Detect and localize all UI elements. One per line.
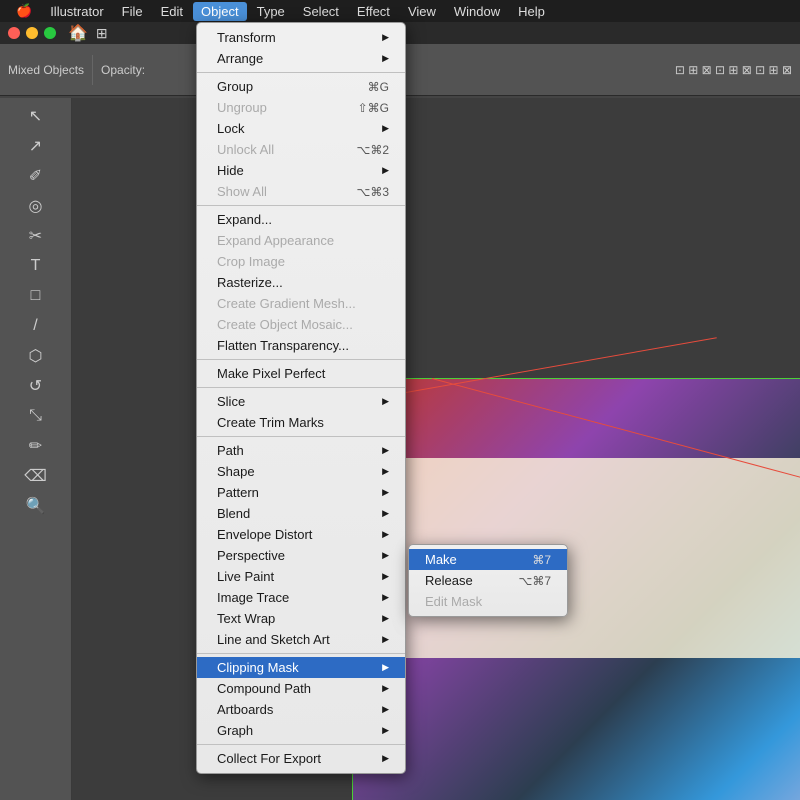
menu-sep-1 xyxy=(197,72,405,73)
menu-window[interactable]: Window xyxy=(446,2,508,21)
menu-item-path[interactable]: Path xyxy=(197,440,405,461)
menu-item-perspective[interactable]: Perspective xyxy=(197,545,405,566)
menu-item-clipping-mask[interactable]: Clipping Mask xyxy=(197,657,405,678)
menu-illustrator[interactable]: Illustrator xyxy=(42,2,111,21)
shape-tool[interactable]: ◎ xyxy=(22,192,50,220)
menu-sep-3 xyxy=(197,359,405,360)
mixed-objects-label: Mixed Objects xyxy=(8,63,84,77)
scissors-tool[interactable]: ✂ xyxy=(22,222,50,250)
menu-view[interactable]: View xyxy=(400,2,444,21)
minimize-button[interactable] xyxy=(26,27,38,39)
menu-item-transform[interactable]: Transform xyxy=(197,27,405,48)
menu-item-rasterize[interactable]: Rasterize... xyxy=(197,272,405,293)
app-icon: 🏠 xyxy=(68,23,88,43)
object-menu-dropdown: Transform Arrange Group ⌘G Ungroup ⇧⌘G L… xyxy=(196,22,406,774)
menu-item-live-paint[interactable]: Live Paint xyxy=(197,566,405,587)
menu-item-group[interactable]: Group ⌘G xyxy=(197,76,405,97)
menu-effect[interactable]: Effect xyxy=(349,2,398,21)
menu-item-create-gradient-mesh[interactable]: Create Gradient Mesh... xyxy=(197,293,405,314)
menu-item-slice[interactable]: Slice xyxy=(197,391,405,412)
menu-sep-4 xyxy=(197,387,405,388)
menu-item-flatten-transparency[interactable]: Flatten Transparency... xyxy=(197,335,405,356)
direct-selection-tool[interactable]: ↗ xyxy=(22,132,50,160)
menu-item-lock[interactable]: Lock xyxy=(197,118,405,139)
menu-item-compound-path[interactable]: Compound Path xyxy=(197,678,405,699)
menu-item-crop-image[interactable]: Crop Image xyxy=(197,251,405,272)
menu-item-create-trim-marks[interactable]: Create Trim Marks xyxy=(197,412,405,433)
text-tool[interactable]: T xyxy=(22,252,50,280)
menu-item-blend[interactable]: Blend xyxy=(197,503,405,524)
menu-file[interactable]: File xyxy=(114,2,151,21)
rectangle-tool[interactable]: □ xyxy=(22,282,50,310)
menu-item-text-wrap[interactable]: Text Wrap xyxy=(197,608,405,629)
menu-object[interactable]: Object xyxy=(193,2,247,21)
menu-item-line-and-sketch-art[interactable]: Line and Sketch Art xyxy=(197,629,405,650)
menu-item-collect-for-export[interactable]: Collect For Export xyxy=(197,748,405,769)
menu-item-envelope-distort[interactable]: Envelope Distort xyxy=(197,524,405,545)
menu-sep-6 xyxy=(197,653,405,654)
menu-sep-2 xyxy=(197,205,405,206)
rotate-tool[interactable]: ↺ xyxy=(22,372,50,400)
clipping-mask-submenu: Make ⌘7 Release ⌥⌘7 Edit Mask xyxy=(408,544,568,617)
menu-item-image-trace[interactable]: Image Trace xyxy=(197,587,405,608)
menu-item-unlock-all[interactable]: Unlock All ⌥⌘2 xyxy=(197,139,405,160)
toolbar-icons: ⊡ ⊞ ⊠ ⊡ ⊞ ⊠ ⊡ ⊞ ⊠ xyxy=(675,63,792,77)
selection-tool[interactable]: ↖ xyxy=(22,102,50,130)
menu-edit[interactable]: Edit xyxy=(153,2,191,21)
opacity-label: Opacity: xyxy=(101,63,145,77)
menu-item-shape[interactable]: Shape xyxy=(197,461,405,482)
zoom-tool[interactable]: 🔍 xyxy=(22,492,50,520)
menu-item-show-all[interactable]: Show All ⌥⌘3 xyxy=(197,181,405,202)
menu-item-arrange[interactable]: Arrange xyxy=(197,48,405,69)
tools-panel: ↖ ↗ ✐ ◎ ✂ T □ / ⬡ ↺ ⤡ ✏ ⌫ 🔍 xyxy=(0,98,72,800)
menu-item-create-object-mosaic[interactable]: Create Object Mosaic... xyxy=(197,314,405,335)
close-button[interactable] xyxy=(8,27,20,39)
pen-tool[interactable]: ✐ xyxy=(22,162,50,190)
toolbar-separator xyxy=(92,55,93,85)
menu-sep-5 xyxy=(197,436,405,437)
menu-item-pattern[interactable]: Pattern xyxy=(197,482,405,503)
canvas-area xyxy=(72,98,800,800)
menu-item-expand-appearance[interactable]: Expand Appearance xyxy=(197,230,405,251)
line-tool[interactable]: / xyxy=(22,312,50,340)
menu-help[interactable]: Help xyxy=(510,2,553,21)
menu-item-expand[interactable]: Expand... xyxy=(197,209,405,230)
menu-item-hide[interactable]: Hide xyxy=(197,160,405,181)
app-icon2: ⊞ xyxy=(96,25,108,42)
menu-bar: 🍎 Illustrator File Edit Object Type Sele… xyxy=(0,0,800,22)
submenu-item-release[interactable]: Release ⌥⌘7 xyxy=(409,570,567,591)
shape2-tool[interactable]: ⬡ xyxy=(22,342,50,370)
submenu-item-make[interactable]: Make ⌘7 xyxy=(409,549,567,570)
submenu-item-edit-mask[interactable]: Edit Mask xyxy=(409,591,567,612)
menu-select[interactable]: Select xyxy=(295,2,347,21)
menu-item-graph[interactable]: Graph xyxy=(197,720,405,741)
menu-item-artboards[interactable]: Artboards xyxy=(197,699,405,720)
traffic-lights xyxy=(0,23,64,43)
scale-tool[interactable]: ⤡ xyxy=(22,402,50,430)
menu-type[interactable]: Type xyxy=(249,2,293,21)
maximize-button[interactable] xyxy=(44,27,56,39)
apple-menu[interactable]: 🍎 xyxy=(8,1,40,21)
eraser-tool[interactable]: ⌫ xyxy=(22,462,50,490)
menu-sep-7 xyxy=(197,744,405,745)
menu-item-make-pixel-perfect[interactable]: Make Pixel Perfect xyxy=(197,363,405,384)
brush-tool[interactable]: ✏ xyxy=(22,432,50,460)
menu-item-ungroup[interactable]: Ungroup ⇧⌘G xyxy=(197,97,405,118)
